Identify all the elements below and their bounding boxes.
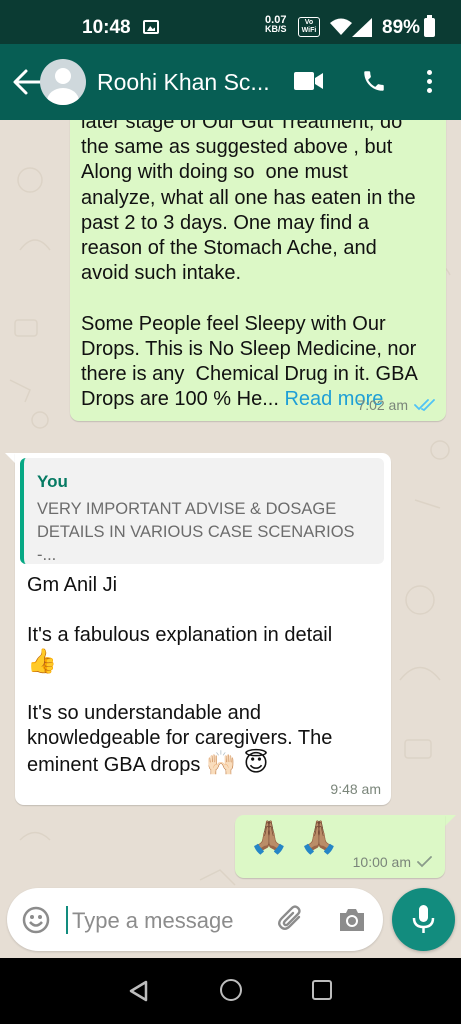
- emoji-icon[interactable]: [21, 905, 51, 935]
- voice-call-icon[interactable]: [361, 68, 387, 94]
- message-line-detail: It's so understandable and knowledgeable…: [27, 702, 338, 777]
- nav-back-icon[interactable]: [128, 980, 148, 1002]
- message-bubble-outgoing[interactable]: 🙏🏽 🙏🏽 10:00 am: [235, 815, 445, 878]
- contact-name[interactable]: Roohi Khan Sc...: [97, 69, 277, 96]
- battery-percentage: 89%: [382, 17, 421, 38]
- microphone-icon: [412, 905, 435, 933]
- message-meta: 9:48 am: [330, 781, 381, 797]
- battery-icon: [424, 15, 435, 37]
- message-time: 7:02 am: [357, 397, 408, 413]
- message-time: 10:00 am: [352, 854, 411, 870]
- message-bubble-outgoing[interactable]: later stage of Our Gut Treatment, do the…: [70, 120, 446, 421]
- status-bar: 10:48 0.07 KB/S Vo WiFi 89%: [0, 0, 461, 44]
- chat-header: Roohi Khan Sc...: [0, 44, 461, 120]
- message-body: later stage of Our Gut Treatment, do the…: [81, 120, 417, 411]
- more-options-icon[interactable]: [420, 68, 440, 96]
- chat-area[interactable]: later stage of Our Gut Treatment, do the…: [0, 120, 461, 958]
- message-meta: 7:02 am: [357, 397, 436, 413]
- single-check-icon: [417, 856, 432, 868]
- nav-home-icon[interactable]: [220, 979, 242, 1001]
- message-time: 9:48 am: [330, 781, 381, 797]
- message-input[interactable]: Type a message: [72, 908, 233, 934]
- system-nav-bar: [0, 958, 461, 1024]
- message-line-praise: It's a fabulous explanation in detail: [27, 624, 333, 647]
- vowifi-icon: Vo WiFi: [298, 17, 320, 37]
- message-line-greeting: Gm Anil Ji: [27, 574, 118, 596]
- thumbs-up-emoji: 👍: [27, 646, 57, 675]
- voice-message-button[interactable]: [392, 888, 455, 951]
- raised-hands-emoji: 🙌🏻 😇: [205, 749, 269, 778]
- attachment-icon[interactable]: [277, 904, 307, 934]
- avatar-body: [47, 88, 79, 105]
- wifi-icon: [330, 18, 352, 35]
- nav-recents-icon[interactable]: [312, 980, 332, 1000]
- message-meta: 10:00 am: [353, 854, 433, 870]
- network-speed: 0.07 KB/S: [265, 15, 287, 34]
- folded-hands-emoji: 🙏🏽 🙏🏽: [249, 818, 339, 856]
- network-speed-unit: KB/S: [265, 24, 287, 34]
- gallery-notification-icon: [143, 20, 159, 34]
- quote-text: VERY IMPORTANT ADVISE & DOSAGE DETAILS I…: [37, 500, 355, 564]
- avatar-head: [55, 68, 71, 84]
- message-text: later stage of Our Gut Treatment, do the…: [81, 120, 426, 412]
- message-text: Gm Anil Ji It's a fabulous explanation i…: [27, 573, 382, 779]
- quoted-message[interactable]: You VERY IMPORTANT ADVISE & DOSAGE DETAI…: [20, 458, 384, 564]
- message-bubble-incoming[interactable]: You VERY IMPORTANT ADVISE & DOSAGE DETAI…: [15, 453, 391, 805]
- message-input-box[interactable]: Type a message: [7, 888, 383, 951]
- contact-avatar[interactable]: [40, 59, 86, 105]
- camera-icon[interactable]: [337, 906, 367, 934]
- signal-icon: [352, 18, 372, 37]
- quote-author: You: [37, 472, 68, 491]
- double-check-read-icon: [414, 399, 435, 412]
- status-time: 10:48: [82, 17, 131, 38]
- text-cursor: [66, 906, 68, 934]
- video-call-icon[interactable]: [294, 71, 324, 91]
